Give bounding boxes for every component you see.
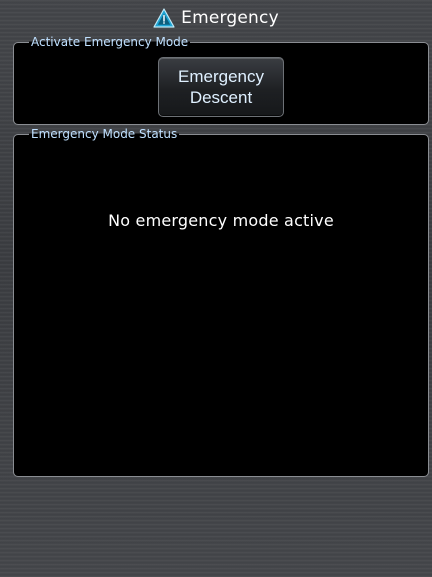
emergency-mode-status-panel: Emergency Mode Status No emergency mode …: [13, 127, 429, 477]
activate-panel-legend: Activate Emergency Mode: [29, 35, 191, 49]
emergency-screen: Emergency Activate Emergency Mode Emerge…: [0, 0, 432, 577]
status-message: No emergency mode active: [108, 211, 334, 230]
title-bar: Emergency: [0, 0, 432, 36]
activate-emergency-mode-panel: Activate Emergency Mode Emergency Descen…: [13, 35, 429, 125]
emergency-descent-button[interactable]: Emergency Descent: [158, 57, 284, 117]
emergency-descent-label-line1: Emergency: [178, 67, 264, 86]
emergency-descent-label-line2: Descent: [189, 88, 253, 107]
page-title: Emergency: [181, 8, 279, 28]
status-panel-legend: Emergency Mode Status: [29, 127, 180, 141]
warning-triangle-icon: [153, 8, 175, 28]
